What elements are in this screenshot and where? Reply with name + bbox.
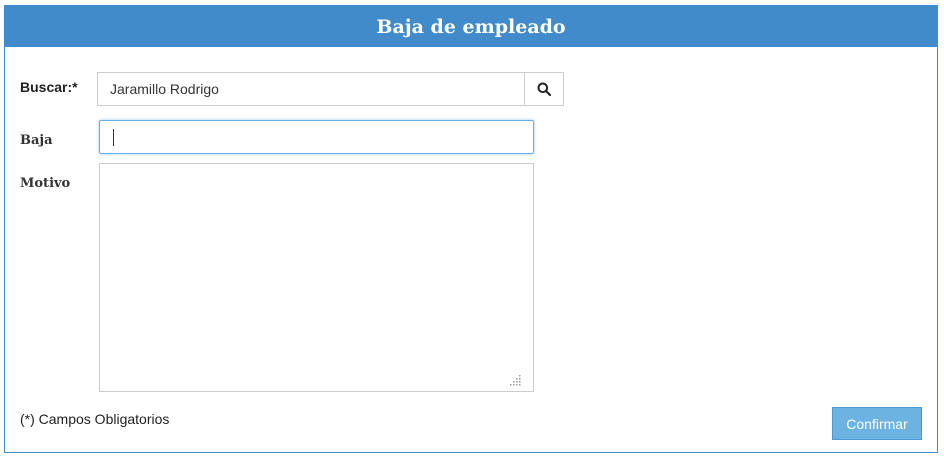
search-input[interactable] [97,72,525,106]
baja-input[interactable] [99,120,534,154]
search-button[interactable] [524,72,564,106]
required-fields-note: (*) Campos Obligatorios [20,411,170,427]
resize-grip-icon[interactable] [510,373,522,386]
confirm-button[interactable]: Confirmar [832,407,922,440]
motivo-label: Motivo [20,176,71,191]
motivo-textarea[interactable] [99,163,534,392]
search-icon [537,82,551,96]
baja-label: Baja [20,133,53,148]
baja-empleado-panel: Baja de empleado Buscar:* Baja Motivo [4,5,938,453]
panel-title: Baja de empleado [5,6,937,47]
search-label: Buscar:* [20,79,78,95]
text-caret [113,129,114,146]
